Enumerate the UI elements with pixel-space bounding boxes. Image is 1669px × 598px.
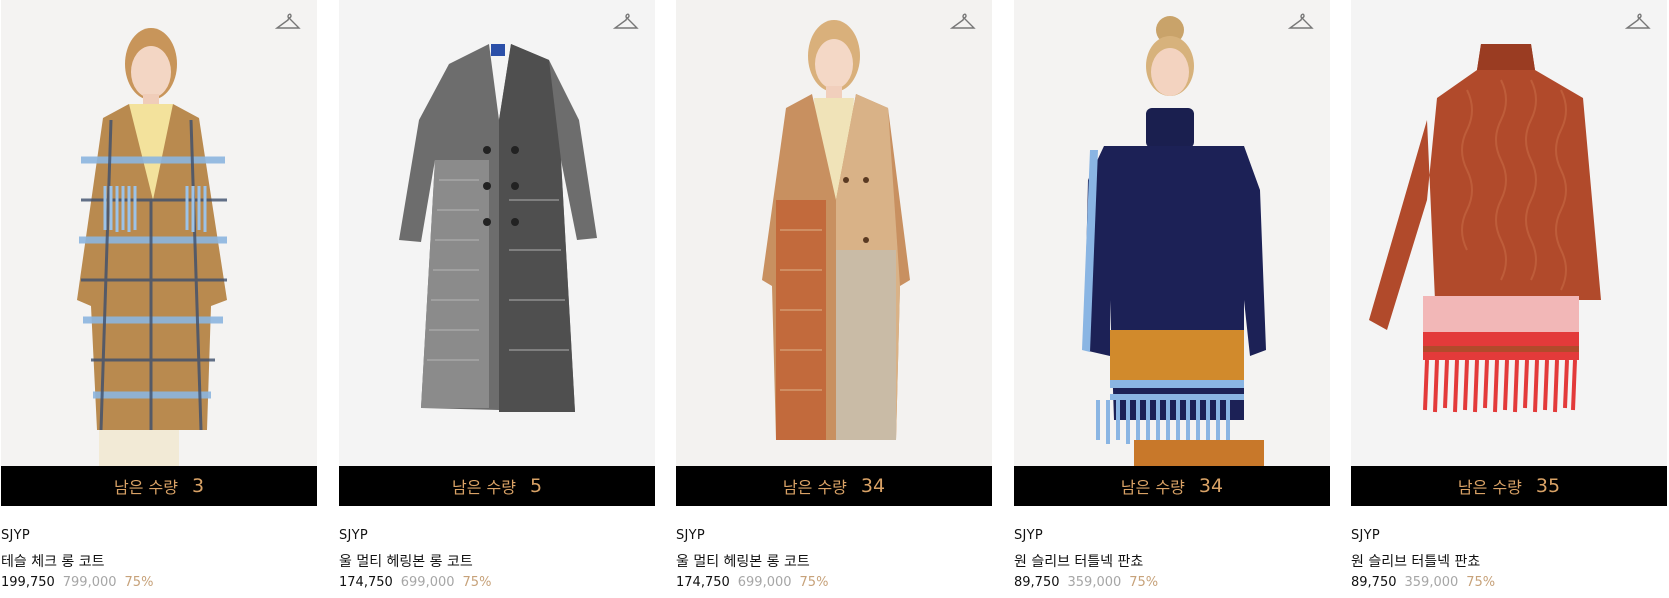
remaining-stock-bar: 남은 수량 5	[339, 466, 655, 506]
product-image[interactable]	[1014, 0, 1330, 466]
product-image[interactable]	[1, 0, 317, 466]
product-name[interactable]: 원 슬리브 터틀넥 판쵸	[1351, 551, 1480, 571]
product-name[interactable]: 울 멀티 헤링본 롱 코트	[339, 551, 473, 571]
original-price: 699,000	[737, 575, 792, 590]
product-name[interactable]: 원 슬리브 터틀넥 판쵸	[1014, 551, 1143, 571]
price-row: 199,750 799,000 75%	[1, 575, 153, 590]
hanger-icon[interactable]	[275, 10, 301, 32]
sale-price: 174,750	[676, 575, 730, 590]
product-grid: 남은 수량 3 SJYP 테슬 체크 롱 코트 199,750 799,000 75…	[0, 0, 1669, 598]
stock-count: 35	[1535, 475, 1561, 497]
stock-label: 남은 수량	[782, 478, 847, 497]
price-row: 174,750 699,000 75%	[676, 575, 828, 590]
stock-count: 5	[529, 475, 543, 497]
product-card[interactable]: 남은 수량 34 SJYP 울 멀티 헤링본 롱 코트 174,750 699,0…	[676, 0, 992, 598]
brand-name: SJYP	[1, 528, 31, 543]
original-price: 359,000	[1404, 575, 1459, 590]
brand-name: SJYP	[1014, 528, 1044, 543]
sale-price: 174,750	[339, 575, 393, 590]
remaining-stock-bar: 남은 수량 3	[1, 466, 317, 506]
price-row: 174,750 699,000 75%	[339, 575, 491, 590]
discount-rate: 75%	[1129, 575, 1159, 590]
original-price: 799,000	[62, 575, 117, 590]
stock-label: 남은 수량	[1120, 478, 1185, 497]
sale-price: 199,750	[1, 575, 55, 590]
product-name[interactable]: 울 멀티 헤링본 롱 코트	[676, 551, 810, 571]
price-row: 89,750 359,000 75%	[1014, 575, 1158, 590]
discount-rate: 75%	[462, 575, 492, 590]
discount-rate: 75%	[1466, 575, 1496, 590]
sale-price: 89,750	[1351, 575, 1397, 590]
stock-label: 남은 수량	[451, 478, 516, 497]
hanger-icon[interactable]	[1288, 10, 1314, 32]
brand-name: SJYP	[1351, 528, 1381, 543]
remaining-stock-bar: 남은 수량 35	[1351, 466, 1667, 506]
product-image[interactable]	[1351, 0, 1667, 466]
remaining-stock-bar: 남은 수량 34	[676, 466, 992, 506]
price-row: 89,750 359,000 75%	[1351, 575, 1495, 590]
product-image[interactable]	[676, 0, 992, 466]
stock-label: 남은 수량	[113, 478, 178, 497]
product-card[interactable]: 남은 수량 34 SJYP 원 슬리브 터틀넥 판쵸 89,750 359,000…	[1014, 0, 1330, 598]
product-image[interactable]	[339, 0, 655, 466]
stock-count: 3	[191, 475, 205, 497]
discount-rate: 75%	[124, 575, 154, 590]
remaining-stock-bar: 남은 수량 34	[1014, 466, 1330, 506]
hanger-icon[interactable]	[950, 10, 976, 32]
product-card[interactable]: 남은 수량 35 SJYP 원 슬리브 터틀넥 판쵸 89,750 359,000…	[1351, 0, 1667, 598]
product-card[interactable]: 남은 수량 3 SJYP 테슬 체크 롱 코트 199,750 799,000 75…	[1, 0, 317, 598]
original-price: 699,000	[400, 575, 455, 590]
brand-name: SJYP	[676, 528, 706, 543]
original-price: 359,000	[1067, 575, 1122, 590]
hanger-icon[interactable]	[613, 10, 639, 32]
product-card[interactable]: 남은 수량 5 SJYP 울 멀티 헤링본 롱 코트 174,750 699,00…	[339, 0, 655, 598]
sale-price: 89,750	[1014, 575, 1060, 590]
brand-name: SJYP	[339, 528, 369, 543]
stock-count: 34	[1198, 475, 1224, 497]
product-name[interactable]: 테슬 체크 롱 코트	[1, 551, 105, 571]
stock-label: 남은 수량	[1457, 478, 1522, 497]
discount-rate: 75%	[799, 575, 829, 590]
hanger-icon[interactable]	[1625, 10, 1651, 32]
stock-count: 34	[860, 475, 886, 497]
